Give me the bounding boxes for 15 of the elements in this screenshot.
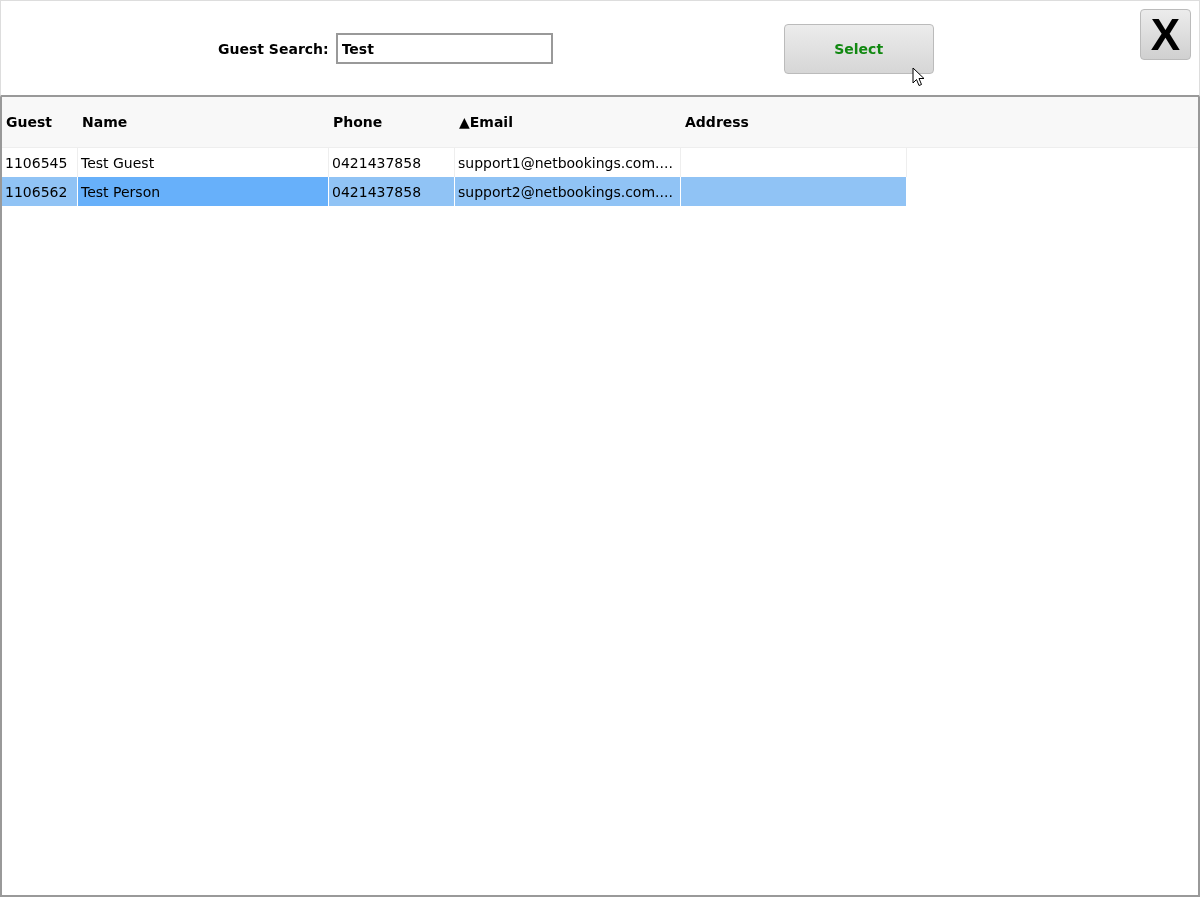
close-button[interactable]: X xyxy=(1140,9,1191,60)
column-header[interactable]: Address xyxy=(681,97,907,147)
table-cell: 1106562 xyxy=(2,177,78,206)
mouse-pointer-icon xyxy=(911,67,925,87)
search-label: Guest Search: xyxy=(218,40,329,57)
column-header[interactable]: Guest xyxy=(2,97,78,147)
column-header[interactable]: Name xyxy=(78,97,329,147)
column-header[interactable]: ▲Email xyxy=(455,97,681,147)
select-button[interactable]: Select xyxy=(783,24,934,74)
table-row[interactable]: 1106562 Test Person 0421437858 support2@netbookings.com.... xyxy=(2,177,907,206)
table-cell: Test Person xyxy=(78,177,329,206)
column-header[interactable]: Phone xyxy=(329,97,455,147)
table-cell: support2@netbookings.com.... xyxy=(455,177,681,206)
table-cell: 0421437858 xyxy=(329,177,455,206)
search-field[interactable]: Test xyxy=(335,33,553,64)
